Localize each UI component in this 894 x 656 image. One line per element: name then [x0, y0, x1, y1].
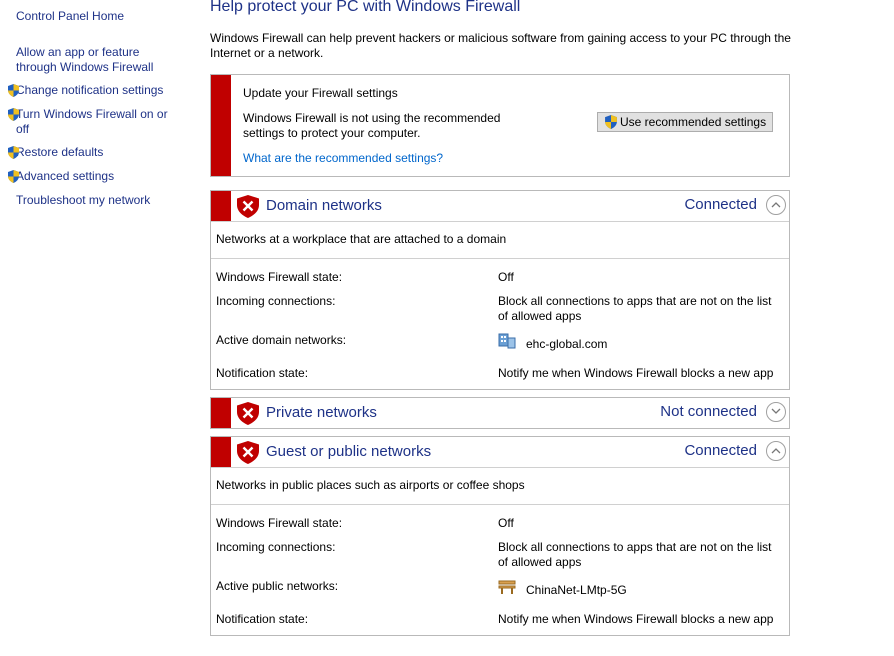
- domain-network-icon: [498, 333, 516, 349]
- public-networks-header[interactable]: Guest or public networks Connected: [211, 437, 789, 468]
- domain-networks-description: Networks at a workplace that are attache…: [211, 222, 789, 259]
- active-network-entry: ehc-global.com: [498, 333, 783, 352]
- domain-networks-title: Domain networks: [266, 197, 382, 214]
- control-panel-home-link[interactable]: Control Panel Home: [16, 9, 124, 24]
- sidebar-item-label: Restore defaults: [16, 145, 104, 159]
- firewall-off-shield-icon: [237, 402, 259, 425]
- sidebar-item-label: Turn Windows Firewall on or off: [16, 107, 168, 136]
- warning-bar: [211, 437, 231, 467]
- button-label: Use recommended settings: [620, 115, 767, 129]
- private-networks-header[interactable]: Private networks Not connected: [211, 398, 789, 428]
- uac-shield-icon: [8, 170, 19, 183]
- uac-shield-icon: [8, 146, 19, 159]
- private-networks-title: Private networks: [266, 404, 377, 421]
- notification-state-label: Notification state:: [216, 612, 309, 626]
- update-text: Windows Firewall is not using the recomm…: [243, 111, 501, 140]
- page-title: Help protect your PC with Windows Firewa…: [210, 0, 521, 15]
- collapse-chevron-up-icon[interactable]: [766, 441, 786, 461]
- firewall-off-shield-icon: [237, 195, 259, 218]
- description-text: Networks in public places such as airpor…: [216, 478, 525, 492]
- public-networks-status: Connected: [684, 442, 757, 459]
- update-settings-panel: Update your Firewall settings Windows Fi…: [210, 74, 790, 177]
- firewall-state-value: Off: [498, 270, 514, 284]
- sidebar: Control Panel Home Allow an app or featu…: [0, 0, 200, 656]
- firewall-state-value: Off: [498, 516, 514, 530]
- public-networks-panel: Guest or public networks Connected Netwo…: [210, 436, 790, 636]
- public-network-bench-icon: [498, 580, 516, 594]
- active-network-name: ChinaNet-LMtp-5G: [526, 583, 627, 597]
- active-network-name: ehc-global.com: [526, 337, 608, 351]
- active-network-entry: ChinaNet-LMtp-5G: [498, 580, 783, 598]
- public-networks-description: Networks in public places such as airpor…: [211, 468, 789, 505]
- domain-networks-panel: Domain networks Connected Networks at a …: [210, 190, 790, 390]
- uac-shield-icon: [8, 108, 19, 121]
- notification-state-value: Notify me when Windows Firewall blocks a…: [498, 366, 774, 380]
- sidebar-item-advanced-settings[interactable]: Advanced settings: [8, 169, 115, 184]
- expand-chevron-down-icon[interactable]: [766, 402, 786, 422]
- sidebar-item-label: Advanced settings: [16, 169, 115, 183]
- domain-networks-status: Connected: [684, 196, 757, 213]
- update-heading: Update your Firewall settings: [243, 86, 398, 100]
- domain-networks-header[interactable]: Domain networks Connected: [211, 191, 789, 222]
- sidebar-item-turn-firewall[interactable]: Turn Windows Firewall on or off: [8, 107, 176, 137]
- public-networks-title: Guest or public networks: [266, 443, 432, 460]
- recommended-settings-link[interactable]: What are the recommended settings?: [243, 151, 443, 165]
- warning-bar: [211, 191, 231, 221]
- sidebar-item-change-notification[interactable]: Change notification settings: [8, 83, 164, 98]
- intro-text: Windows Firewall can help prevent hacker…: [210, 31, 791, 60]
- warning-bar: [211, 398, 231, 428]
- sidebar-item-label: Change notification settings: [16, 83, 164, 97]
- warning-bar: [211, 75, 231, 176]
- private-networks-panel: Private networks Not connected: [210, 397, 790, 429]
- firewall-state-label: Windows Firewall state:: [216, 270, 343, 284]
- use-recommended-settings-button[interactable]: Use recommended settings: [597, 112, 773, 132]
- notification-state-label: Notification state:: [216, 366, 309, 380]
- incoming-connections-label: Incoming connections:: [216, 540, 336, 554]
- active-networks-label: Active public networks:: [216, 579, 339, 593]
- sidebar-item-restore-defaults[interactable]: Restore defaults: [8, 145, 104, 160]
- sidebar-item-allow-app[interactable]: Allow an app or feature through Windows …: [16, 45, 166, 75]
- active-networks-label: Active domain networks:: [216, 333, 347, 347]
- incoming-connections-value: Block all connections to apps that are n…: [498, 294, 772, 323]
- firewall-state-label: Windows Firewall state:: [216, 516, 343, 530]
- uac-shield-icon: [8, 84, 19, 97]
- incoming-connections-label: Incoming connections:: [216, 294, 336, 308]
- sidebar-item-troubleshoot[interactable]: Troubleshoot my network: [16, 193, 150, 208]
- notification-state-value: Notify me when Windows Firewall blocks a…: [498, 612, 774, 626]
- collapse-chevron-up-icon[interactable]: [766, 195, 786, 215]
- uac-shield-icon: [605, 115, 617, 129]
- incoming-connections-value: Block all connections to apps that are n…: [498, 540, 772, 569]
- private-networks-status: Not connected: [660, 403, 757, 420]
- firewall-off-shield-icon: [237, 441, 259, 464]
- description-text: Networks at a workplace that are attache…: [216, 232, 507, 246]
